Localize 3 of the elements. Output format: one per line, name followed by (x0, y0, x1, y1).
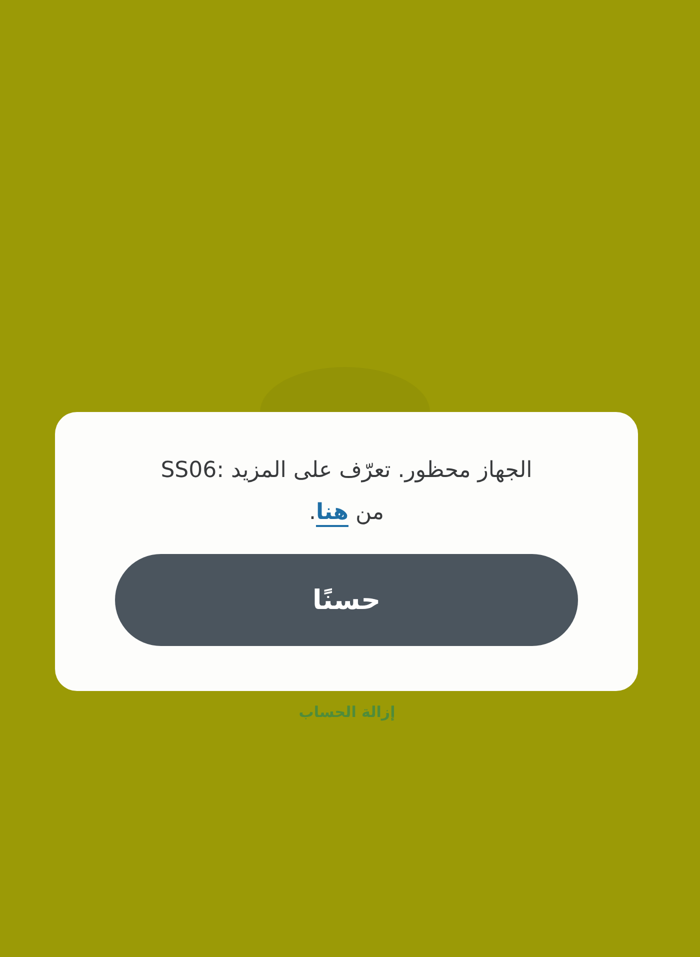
dialog-message: الجهاز محظور. تعرّف على المزيد :SS06 من هنا. (160, 457, 534, 527)
ok-button[interactable]: حسنًا (115, 554, 578, 646)
here-link[interactable]: هنا (316, 500, 348, 525)
